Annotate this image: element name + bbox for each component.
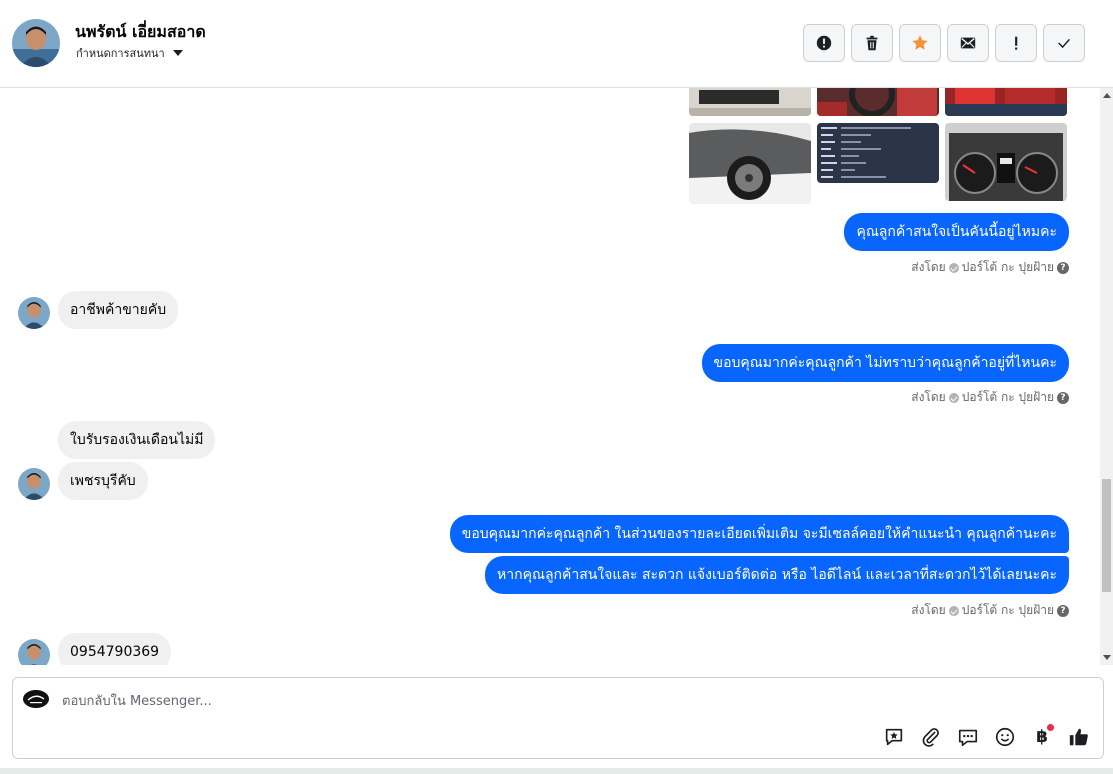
quick-reply-button[interactable]	[956, 725, 980, 749]
contact-avatar-small[interactable]	[18, 639, 50, 665]
spam-button[interactable]	[803, 24, 845, 62]
verified-check-icon	[948, 392, 959, 403]
trash-icon	[866, 35, 878, 51]
mark-unread-button[interactable]	[947, 24, 989, 62]
sent-by-label: ส่งโดย ปอร์โต้ กะ ปุยฝ้าย ?	[911, 388, 1069, 407]
incoming-message[interactable]: อาชีพค้าขายคับ	[58, 291, 179, 329]
follow-up-button[interactable]	[995, 24, 1037, 62]
bottom-strip	[0, 768, 1113, 774]
page-logo	[22, 689, 50, 709]
attach-button[interactable]	[919, 725, 943, 749]
payment-button[interactable]: ฿	[1030, 724, 1054, 749]
contact-avatar[interactable]	[12, 19, 60, 67]
help-icon[interactable]: ?	[1057, 391, 1069, 404]
message-thread: คุณลูกค้าสนใจเป็นคันนี้อยู่ไหมคะ ส่งโดย …	[0, 88, 1113, 665]
sender-name[interactable]: ปอร์โต้ กะ ปุยฝ้าย	[962, 388, 1054, 407]
baht-icon: ฿	[1036, 727, 1048, 747]
alert-circle-icon	[816, 35, 832, 51]
assign-label: กำหนดการสนทนา	[76, 47, 165, 60]
star-button[interactable]	[899, 24, 941, 62]
incoming-message[interactable]: 0954790369	[58, 633, 172, 665]
outgoing-message[interactable]: หากคุณลูกค้าสนใจและ สะดวก แจ้งเบอร์ติดต่…	[485, 556, 1069, 594]
outgoing-message[interactable]: ขอบคุณมากค่ะคุณลูกค้า ในส่วนของรายละเอีย…	[449, 515, 1069, 553]
reply-composer: ฿	[12, 677, 1104, 759]
conversation-header: นพรัตน์ เอี่ยมสอาด กำหนดการสนทนา	[0, 0, 1113, 88]
envelope-icon	[960, 37, 976, 49]
reply-input[interactable]	[62, 691, 962, 711]
contact-avatar-small[interactable]	[18, 297, 50, 329]
car-dashboard-photo[interactable]	[945, 123, 1067, 201]
like-button[interactable]	[1067, 725, 1091, 749]
notification-dot	[1047, 724, 1054, 731]
thumbs-up-icon	[1069, 728, 1088, 746]
car-photo-4[interactable]	[689, 123, 811, 204]
delete-button[interactable]	[851, 24, 893, 62]
sent-by-label: ส่งโดย ปอร์โต้ กะ ปุยฝ้าย ?	[911, 258, 1069, 277]
car-details-screenshot[interactable]	[817, 123, 939, 183]
contact-name[interactable]: นพรัตน์ เอี่ยมสอาด	[75, 20, 206, 45]
smiley-icon	[995, 727, 1015, 747]
scroll-down-arrow-icon[interactable]	[1103, 655, 1111, 660]
sender-name[interactable]: ปอร์โต้ กะ ปุยฝ้าย	[962, 258, 1054, 277]
conversation-actions	[803, 24, 1085, 62]
contact-avatar-small[interactable]	[18, 468, 50, 500]
incoming-message[interactable]: เพชรบุรีคับ	[58, 462, 148, 500]
sent-by-label: ส่งโดย ปอร์โต้ กะ ปุยฝ้าย ?	[911, 601, 1069, 620]
verified-check-icon	[948, 262, 959, 273]
exclamation-icon	[1015, 36, 1018, 50]
assign-conversation-dropdown[interactable]: กำหนดการสนทนา	[76, 44, 183, 62]
check-icon	[1058, 38, 1070, 49]
saved-replies-button[interactable]	[882, 725, 906, 749]
messenger-inbox: นพรัตน์ เอี่ยมสอาด กำหนดการสนทนา คุณลูกค…	[0, 0, 1113, 774]
paperclip-icon	[922, 728, 939, 747]
scroll-thumb[interactable]	[1102, 479, 1111, 592]
thread-scrollbar[interactable]	[1100, 88, 1113, 665]
car-photo-1[interactable]	[689, 88, 811, 116]
chat-bubble-icon	[958, 729, 978, 747]
sender-name[interactable]: ปอร์โต้ กะ ปุยฝ้าย	[962, 601, 1054, 620]
outgoing-message[interactable]: คุณลูกค้าสนใจเป็นคันนี้อยู่ไหมคะ	[844, 213, 1069, 251]
saved-reply-icon	[885, 728, 903, 746]
caret-down-icon	[172, 50, 183, 56]
outgoing-message[interactable]: ขอบคุณมากค่ะคุณลูกค้า ไม่ทราบว่าคุณลูกค้…	[701, 344, 1069, 382]
star-icon	[912, 35, 928, 50]
car-photo-3[interactable]	[945, 88, 1067, 116]
help-icon[interactable]: ?	[1057, 261, 1069, 274]
composer-tools: ฿	[882, 724, 1091, 749]
scroll-up-arrow-icon[interactable]	[1103, 93, 1111, 98]
verified-check-icon	[948, 605, 959, 616]
help-icon[interactable]: ?	[1057, 604, 1069, 617]
car-photo-2[interactable]	[817, 88, 939, 116]
done-button[interactable]	[1043, 24, 1085, 62]
incoming-message[interactable]: ใบรับรองเงินเดือนไม่มี	[58, 421, 216, 459]
emoji-button[interactable]	[993, 725, 1017, 749]
